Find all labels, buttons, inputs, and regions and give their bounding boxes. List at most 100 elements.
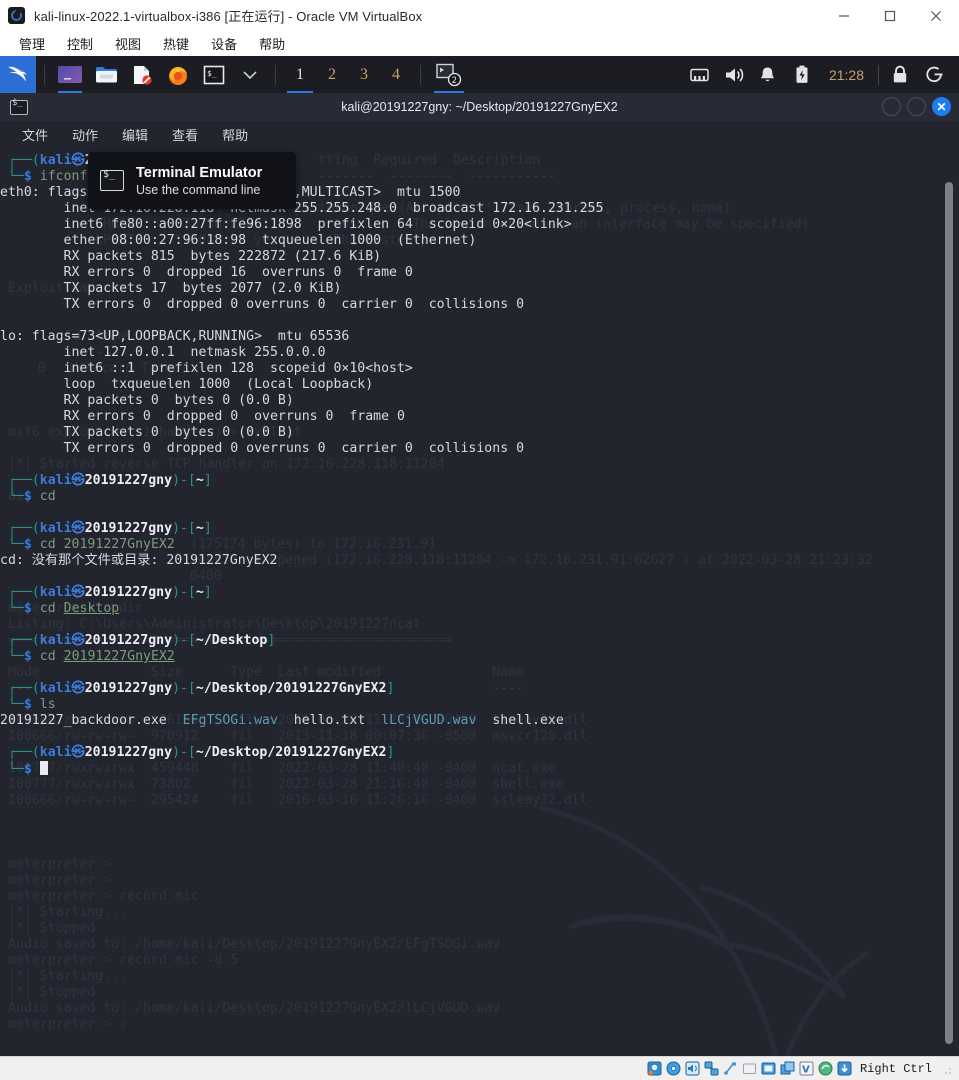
terminal-icon: $_ (203, 65, 225, 84)
vb-menu-hotkeys[interactable]: 热键 (152, 32, 200, 55)
terminal-title: kali@20191227gny: ~/Desktop/20191227GnyE… (341, 100, 618, 114)
terminal-tab-icon (10, 98, 28, 115)
terminal-window-icon: 2 (436, 63, 462, 86)
vb-menu-manage[interactable]: 管理 (8, 32, 56, 55)
terminal-scrollbar[interactable] (945, 147, 953, 1051)
kali-dragon-menu-button[interactable] (0, 56, 36, 93)
terminal-output-line: lo: flags=73<UP,LOOPBACK,RUNNING> mtu 65… (0, 329, 350, 344)
shared-folders-icon[interactable] (742, 1061, 758, 1077)
virtualization-icon[interactable]: V (799, 1061, 815, 1077)
keyboard-icon[interactable] (837, 1061, 853, 1077)
terminal-menu-file[interactable]: 文件 (10, 125, 60, 144)
close-button[interactable] (913, 0, 959, 31)
virtualbox-menubar: 管理 控制 视图 热键 设备 帮助 (0, 31, 959, 56)
optical-disk-icon[interactable] (666, 1061, 682, 1077)
window-controls (821, 0, 959, 31)
launcher-text-editor[interactable] (125, 56, 159, 93)
window-title: kali-linux-2022.1-virtualbox-i386 [正在运行]… (34, 9, 423, 24)
terminal-output-line: cd: 没有那个文件或目录: 20191227GnyEX2 (0, 553, 278, 568)
terminal-command-line: └─$ cd 20191227GnyEX2 (8, 649, 175, 664)
terminal-command-line: └─$ cd Desktop (8, 601, 120, 616)
vb-menu-view[interactable]: 视图 (104, 32, 152, 55)
launcher-firefox[interactable] (161, 56, 195, 93)
terminal-menu-edit[interactable]: 编辑 (110, 125, 160, 144)
terminal-output-line: TX errors 0 dropped 0 overruns 0 carrier… (0, 441, 525, 456)
terminal-output-line: RX errors 0 dropped 0 overruns 0 frame 0 (0, 409, 405, 424)
network-tray-icon[interactable] (683, 56, 717, 93)
terminal-menu-help[interactable]: 帮助 (210, 125, 260, 144)
terminal-titlebar: kali@20191227gny: ~/Desktop/20191227GnyE… (0, 93, 959, 121)
notification-tray-icon[interactable] (751, 56, 785, 93)
folder-icon (95, 67, 117, 83)
workspace-switcher: 1 2 3 4 (284, 56, 412, 93)
close-button[interactable]: ✕ (932, 97, 951, 116)
volume-tray-icon[interactable] (717, 56, 751, 93)
display-icon[interactable] (761, 1061, 777, 1077)
harddisk-icon[interactable] (647, 1061, 663, 1077)
battery-icon (796, 65, 808, 83)
terminal-prompt-line: ┌──(kali㉿20191227gny)-[~/Desktop/2019122… (8, 681, 395, 696)
firefox-icon (169, 66, 187, 85)
launcher-desktop[interactable] (53, 56, 87, 93)
terminal-menu-actions[interactable]: 动作 (60, 125, 110, 144)
guest-screen: $_ 1 2 3 4 2 21:28 $_ kali@20191227gny: … (0, 56, 959, 1056)
terminal-output-line: inet6 ::1 prefixlen 128 scopeid 0×10<hos… (0, 361, 413, 376)
minimize-button[interactable] (821, 0, 867, 31)
workspace-1[interactable]: 1 (284, 56, 316, 93)
resize-grip-icon[interactable] (941, 1062, 953, 1076)
panel-separator-2 (275, 64, 276, 85)
terminal-prompt-line: ┌──(kali㉿20191227gny)-[~/Desktop/2019122… (8, 745, 395, 760)
virtualbox-window: kali-linux-2022.1-virtualbox-i386 [正在运行]… (0, 0, 959, 1080)
launcher-more-chevron[interactable] (233, 56, 267, 93)
terminal-output-line: ether 08:00:27:96:18:98 txqueuelen 1000 … (0, 233, 477, 248)
bell-icon (761, 67, 775, 81)
lock-screen-button[interactable] (883, 56, 917, 93)
capture-icon[interactable] (780, 1061, 796, 1077)
terminal-output-line: TX packets 0 bytes 0 (0.0 B) (0, 425, 294, 440)
terminal-output-line: RX errors 0 dropped 16 overruns 0 frame … (0, 265, 413, 280)
lock-icon (893, 65, 907, 83)
terminal-cursor-line: └─$ (8, 761, 48, 778)
panel-separator-1 (44, 64, 45, 85)
terminal-command-line: └─$ cd (8, 489, 56, 504)
terminal-ls-output: 20191227_backdoor.exe EFgTSOGi.wav hello… (0, 713, 564, 728)
virtualbox-statusbar: V Right Ctrl (0, 1056, 959, 1080)
vb-menu-devices[interactable]: 设备 (200, 32, 248, 55)
workspace-3[interactable]: 3 (348, 56, 380, 93)
tooltip-title: Terminal Emulator (136, 164, 263, 181)
network-icon (690, 68, 710, 81)
terminal-output-line: TX packets 17 bytes 2077 (2.0 KiB) (0, 281, 342, 296)
speaker-icon (725, 67, 744, 82)
terminal-menu-view[interactable]: 查看 (160, 125, 210, 144)
terminal-command-line: └─$ ls (8, 697, 56, 712)
vb-menu-control[interactable]: 控制 (56, 32, 104, 55)
battery-tray-icon[interactable] (785, 56, 819, 93)
terminal-output-line: inet6 fe80::a00:27ff:fe96:1898 prefixlen… (0, 217, 572, 232)
document-icon (134, 65, 152, 85)
launcher-file-manager[interactable] (89, 56, 123, 93)
launcher-terminal[interactable]: $_ (197, 56, 231, 93)
virtualbox-titlebar: kali-linux-2022.1-virtualbox-i386 [正在运行]… (0, 0, 959, 31)
svg-text:V: V (802, 1065, 810, 1076)
maximize-button[interactable] (867, 0, 913, 31)
vb-menu-help[interactable]: 帮助 (248, 32, 296, 55)
terminal-scrollbar-thumb[interactable] (945, 182, 953, 1044)
workspace-4[interactable]: 4 (380, 56, 412, 93)
terminal-icon (100, 169, 124, 191)
terminal-emulator-tooltip: Terminal Emulator Use the command line (88, 152, 296, 209)
minimize-button[interactable] (882, 97, 901, 116)
mouse-integration-icon[interactable] (818, 1061, 834, 1077)
panel-clock[interactable]: 21:28 (819, 67, 874, 83)
terminal-body[interactable]: tting Required Description ------- ------… (0, 147, 959, 1056)
audio-icon[interactable] (685, 1061, 701, 1077)
maximize-button[interactable] (907, 97, 926, 116)
logout-button[interactable] (917, 56, 951, 93)
terminal-prompt-line: ┌──(kali㉿20191227gny)-[~/Desktop] (8, 633, 276, 648)
network-icon[interactable] (704, 1061, 720, 1077)
power-icon (925, 66, 942, 83)
svg-text:2: 2 (452, 76, 457, 86)
taskbar-item-terminal[interactable]: 2 (429, 56, 469, 93)
workspace-2[interactable]: 2 (316, 56, 348, 93)
terminal-output-line: TX errors 0 dropped 0 overruns 0 carrier… (0, 297, 525, 312)
usb-icon[interactable] (723, 1061, 739, 1077)
